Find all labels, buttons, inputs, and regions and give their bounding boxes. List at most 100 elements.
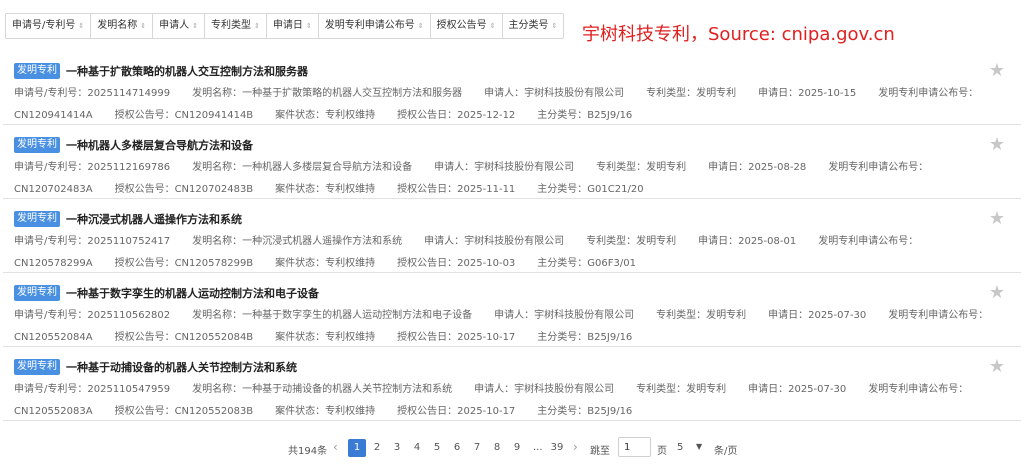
applicant-label: 申请人： [434,162,475,173]
jump-page-input[interactable] [618,437,651,457]
publication-number-label: 发明专利申请公布号： [878,88,979,99]
grant-date-label: 授权公告日： [397,110,458,121]
patent-type-badge: 发明专利 [14,211,60,227]
pagination-ellipsis[interactable]: ... [533,442,543,453]
application-date: 申请日：2025-08-01 [698,236,796,247]
application-date: 申请日：2025-08-28 [708,162,806,173]
favorite-star-icon[interactable]: ★ [989,136,1005,154]
sort-column[interactable]: 发明专利申请公布号 ⇕ [319,14,431,38]
page-number[interactable]: 5 [428,439,446,457]
grant-date-label: 授权公告日： [397,184,458,195]
page-number[interactable]: 8 [488,439,506,457]
grant-date: 授权公告日：2025-12-12 [397,110,515,121]
main-classification-label: 主分类号： [537,110,588,121]
applicant: 申请人：宇树科技股份有限公司 [494,310,634,321]
jump-label: 跳至 [590,446,610,457]
meta-row: 申请号/专利号：2025110547959 发明名称：一种基于动捕设备的机器人关节… [14,379,1009,401]
page-number[interactable]: 9 [508,439,526,457]
main-classification: 主分类号：G01C21/20 [537,184,643,195]
applicant: 申请人：宇树科技股份有限公司 [424,236,564,247]
sort-column[interactable]: 专利类型 ⇕ [205,14,267,38]
sort-column[interactable]: 发明名称 ⇕ [91,14,154,38]
patent-result-card: 发明专利 一种基于动捕设备的机器人关节控制方法和系统 ★ 申请号/专利号：202511… [3,349,1021,421]
application-date-label: 申请日： [768,310,809,321]
patent-type-badge: 发明专利 [14,285,60,301]
application-number: 申请号/专利号：2025114714999 [14,88,170,99]
meta-row: 申请号/专利号：2025112169786 发明名称：一种机器人多楼层复合导航方法… [14,157,1009,179]
grant-date: 授权公告日：2025-10-17 [397,332,515,343]
patent-type-badge: 发明专利 [14,359,60,375]
invention-name-label: 发明名称： [192,88,243,99]
favorite-star-icon[interactable]: ★ [989,210,1005,228]
sort-arrows-icon[interactable]: ⇕ [140,22,146,30]
sort-column-label: 申请号/专利号 [12,20,76,31]
invention-name-value: 一种基于数字孪生的机器人运动控制方法和电子设备 [242,310,473,321]
applicant: 申请人：宇树科技股份有限公司 [484,88,624,99]
sort-column[interactable]: 申请号/专利号 ⇕ [6,14,92,38]
case-status-label: 案件状态： [275,406,326,417]
case-status-value: 专利权维持 [325,184,376,195]
patent-title-link[interactable]: 一种沉浸式机器人遥操作方法和系统 [66,211,242,227]
invention-name: 发明名称：一种基于动捕设备的机器人关节控制方法和系统 [192,384,452,395]
patent-result-card: 发明专利 一种沉浸式机器人遥操作方法和系统 ★ 申请号/专利号：20251107524… [3,201,1021,273]
sort-column[interactable]: 申请日 ⇕ [267,14,319,38]
patent-title-link[interactable]: 一种基于数字孪生的机器人运动控制方法和电子设备 [66,285,319,301]
page-number[interactable]: 4 [408,439,426,457]
publication-number-value: CN120552084A [14,332,93,343]
grant-number-value: CN120552083B [174,406,254,417]
page-number[interactable]: 2 [368,439,386,457]
sort-arrows-icon[interactable]: ⇕ [552,22,558,30]
next-page-icon[interactable]: › [573,440,578,454]
case-status: 案件状态：专利权维持 [275,184,375,195]
card-header: 发明专利 一种沉浸式机器人遥操作方法和系统 [14,211,242,227]
patent-title-link[interactable]: 一种基于扩散策略的机器人交互控制方法和服务器 [66,63,308,79]
application-number-label: 申请号/专利号： [14,384,88,395]
case-status: 案件状态：专利权维持 [275,258,375,269]
grant-number-value: CN120578299B [174,258,254,269]
sort-arrows-icon[interactable]: ⇕ [490,22,496,30]
application-number-value: 2025112169786 [87,162,171,173]
grant-number-value: CN120552084B [174,332,254,343]
publication-number-label: 发明专利申请公布号： [868,384,969,395]
invention-name: 发明名称：一种沉浸式机器人遥操作方法和系统 [192,236,402,247]
sort-arrows-icon[interactable]: ⇕ [192,22,198,30]
sort-arrows-icon[interactable]: ⇕ [78,22,84,30]
sort-arrows-icon[interactable]: ⇕ [418,22,424,30]
sort-column[interactable]: 主分类号 ⇕ [503,14,564,38]
patent-title-link[interactable]: 一种机器人多楼层复合导航方法和设备 [66,137,253,153]
applicant-value: 宇树科技股份有限公司 [474,162,575,173]
grant-date-value: 2025-10-17 [457,406,516,417]
sort-column[interactable]: 申请人 ⇕ [153,14,205,38]
grant-number-label: 授权公告号： [114,258,175,269]
applicant-value: 宇树科技股份有限公司 [534,310,635,321]
application-date-value: 2025-07-30 [788,384,847,395]
patent-type-value: 发明专利 [636,236,677,247]
prev-page-icon[interactable]: ‹ [333,440,338,454]
publication-number-value: CN120941414A [14,110,93,121]
sort-column-label: 发明名称 [97,20,138,31]
favorite-star-icon[interactable]: ★ [989,284,1005,302]
invention-name-label: 发明名称： [192,384,243,395]
page-number[interactable]: 7 [468,439,486,457]
grant-number: 授权公告号：CN120552084B [115,332,254,343]
page-size-dropdown-icon[interactable]: ▼ [696,442,702,451]
favorite-star-icon[interactable]: ★ [989,358,1005,376]
page-number-last[interactable]: 39 [547,439,567,457]
patent-title-link[interactable]: 一种基于动捕设备的机器人关节控制方法和系统 [66,359,297,375]
page-number[interactable]: 1 [348,439,366,457]
meta-row: CN120552083A 授权公告号：CN120552083B 案件状态：专利权维持… [14,401,1009,423]
page-size-select[interactable]: 5 [677,442,683,453]
sort-column-label: 发明专利申请公布号 [324,20,415,31]
invention-name-value: 一种沉浸式机器人遥操作方法和系统 [242,236,403,247]
application-number-label: 申请号/专利号： [14,162,88,173]
grant-number: 授权公告号：CN120578299B [115,258,254,269]
grant-number: 授权公告号：CN120702483B [115,184,254,195]
sort-arrows-icon[interactable]: ⇕ [254,22,260,30]
favorite-star-icon[interactable]: ★ [989,62,1005,80]
sort-arrows-icon[interactable]: ⇕ [306,22,312,30]
applicant: 申请人：宇树科技股份有限公司 [434,162,574,173]
page-number[interactable]: 6 [448,439,466,457]
page-number[interactable]: 3 [388,439,406,457]
sort-column[interactable]: 授权公告号 ⇕ [431,14,503,38]
case-status-label: 案件状态： [275,110,326,121]
